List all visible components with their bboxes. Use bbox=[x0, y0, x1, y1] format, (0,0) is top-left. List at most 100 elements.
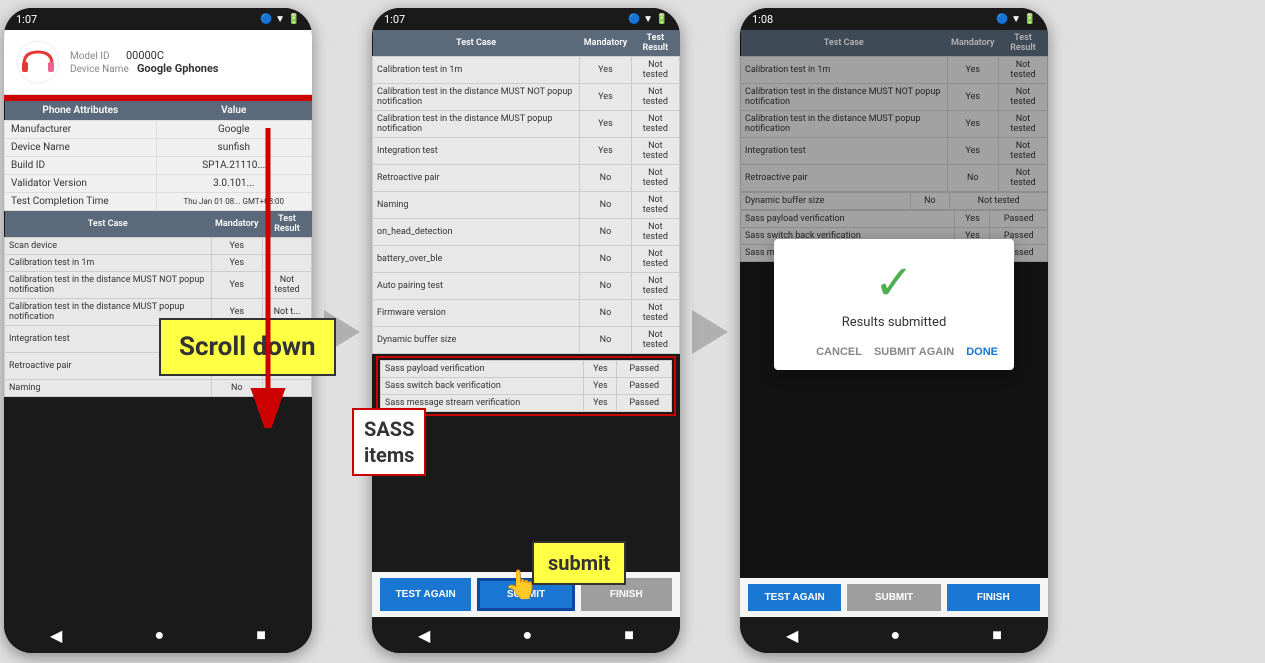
test2-col-2: Mandatory bbox=[580, 30, 631, 57]
device-info: Model ID 00000C Device Name Google Gphon… bbox=[70, 49, 219, 75]
test-case-name: Calibration test in the distance MUST NO… bbox=[5, 272, 212, 299]
recents-button-2[interactable]: ■ bbox=[624, 625, 634, 645]
phone-3: 1:08 🔵 ▼ 🔋 Test Case Mandatory Test Resu… bbox=[740, 8, 1048, 653]
attr-value: Thu Jan 01 08... GMT+08:00 bbox=[156, 193, 311, 211]
action-buttons-3: TEST AGAIN SUBMIT FINISH bbox=[740, 578, 1048, 617]
checkmark-icon: ✓ bbox=[790, 259, 998, 307]
phone2-scroll-content: Test Case Mandatory Test Result Calibrat… bbox=[372, 30, 680, 572]
status-time-2: 1:07 bbox=[384, 13, 405, 26]
submit-button-3[interactable]: SUBMIT bbox=[847, 584, 940, 611]
table-row: Calibration test in the distance MUST po… bbox=[373, 111, 680, 138]
test-case-name: Dynamic buffer size bbox=[373, 327, 580, 354]
dialog-overlay: ✓ Results submitted CANCEL SUBMIT AGAIN … bbox=[740, 30, 1048, 578]
table-row: Retroactive pair No Not tested bbox=[373, 165, 680, 192]
test-mandatory: Yes bbox=[580, 84, 631, 111]
test-case-name: Calibration test in 1m bbox=[373, 57, 580, 84]
device-name-value: Google Gphones bbox=[137, 62, 219, 75]
test-mandatory: Yes bbox=[580, 57, 631, 84]
status-time-3: 1:08 bbox=[752, 13, 773, 26]
sass-result: Passed bbox=[617, 361, 672, 378]
test-col-header-1: Test Case bbox=[5, 211, 212, 238]
test-again-button-2[interactable]: TEST AGAIN bbox=[380, 578, 471, 611]
back-button-2[interactable]: ◀ bbox=[418, 626, 430, 645]
sass-items-annotation: SASSitems bbox=[352, 408, 426, 476]
arrow-connector-2 bbox=[680, 310, 740, 354]
attr-value: SP1A.21110... bbox=[156, 157, 311, 175]
test-result: Not tested bbox=[631, 327, 679, 354]
device-name-label: Device Name bbox=[70, 64, 129, 75]
test-mandatory: No bbox=[580, 327, 631, 354]
table-row: Calibration test in the distance MUST NO… bbox=[373, 84, 680, 111]
home-button-1[interactable]: ● bbox=[154, 625, 164, 645]
test-mandatory: No bbox=[580, 273, 631, 300]
nav-bar-3: ◀ ● ■ bbox=[740, 617, 1048, 653]
table-row: Calibration test in 1m Yes Not tested bbox=[373, 57, 680, 84]
test-case-name: Scan device bbox=[5, 238, 212, 255]
test2-col-1: Test Case bbox=[373, 30, 580, 57]
test-case-name: Calibration test in 1m bbox=[5, 255, 212, 272]
test-case-name: Firmware version bbox=[373, 300, 580, 327]
scroll-down-annotation: Scroll down bbox=[159, 318, 336, 376]
dialog-done-button[interactable]: DONE bbox=[966, 346, 998, 358]
sass-mandatory: Yes bbox=[584, 395, 617, 412]
back-button-1[interactable]: ◀ bbox=[50, 626, 62, 645]
table-row: Integration test Yes Not tested bbox=[373, 138, 680, 165]
sass-mandatory: Yes bbox=[584, 378, 617, 395]
test-mandatory: No bbox=[580, 165, 631, 192]
table-row: Firmware version No Not tested bbox=[373, 300, 680, 327]
back-button-3[interactable]: ◀ bbox=[786, 626, 798, 645]
device-icon bbox=[16, 40, 60, 84]
test-case-name: Calibration test in the distance MUST po… bbox=[373, 111, 580, 138]
test-case-name: Naming bbox=[5, 380, 212, 397]
test-mandatory: No bbox=[580, 192, 631, 219]
test-case-name: Integration test bbox=[373, 138, 580, 165]
attr-value: Google bbox=[156, 121, 311, 139]
submit-annotation: submit bbox=[532, 541, 626, 585]
test-result: Not tested bbox=[631, 165, 679, 192]
test-mandatory: Yes bbox=[580, 111, 631, 138]
dialog-buttons: CANCEL SUBMIT AGAIN DONE bbox=[790, 346, 998, 358]
test-mandatory: No bbox=[580, 246, 631, 273]
dialog-cancel-button[interactable]: CANCEL bbox=[816, 346, 862, 358]
finish-button-3[interactable]: FINISH bbox=[947, 584, 1040, 611]
test-mandatory: Yes bbox=[580, 138, 631, 165]
dialog-submit-again-button[interactable]: SUBMIT AGAIN bbox=[874, 346, 954, 358]
table-row: Sass payload verification Yes Passed bbox=[381, 361, 672, 378]
sass-mandatory: Yes bbox=[584, 361, 617, 378]
test-case-name: battery_over_ble bbox=[373, 246, 580, 273]
attr-col-header-2: Value bbox=[156, 101, 311, 121]
status-time-1: 1:07 bbox=[16, 13, 37, 26]
dialog-message: Results submitted bbox=[790, 315, 998, 330]
home-button-2[interactable]: ● bbox=[522, 625, 532, 645]
test-mandatory: No bbox=[580, 300, 631, 327]
test-result: Not tested bbox=[631, 300, 679, 327]
nav-bar-1: ◀ ● ■ bbox=[4, 617, 312, 653]
status-bar-1: 1:07 🔵 ▼ 🔋 bbox=[4, 8, 312, 30]
sass-result: Passed bbox=[617, 378, 672, 395]
attr-name: Device Name bbox=[5, 139, 157, 157]
table-row: Sass switch back verification Yes Passed bbox=[381, 378, 672, 395]
home-button-3[interactable]: ● bbox=[890, 625, 900, 645]
test-mandatory: No bbox=[580, 219, 631, 246]
test-result: Not tested bbox=[631, 84, 679, 111]
attr-name: Build ID bbox=[5, 157, 157, 175]
sass-test-name: Sass switch back verification bbox=[381, 378, 584, 395]
sass-result: Passed bbox=[617, 395, 672, 412]
scroll-down-arrow bbox=[250, 128, 286, 428]
recents-button-3[interactable]: ■ bbox=[992, 625, 1002, 645]
test-result: Not tested bbox=[631, 57, 679, 84]
test-result: Not tested bbox=[631, 192, 679, 219]
attr-value: sunfish bbox=[156, 139, 311, 157]
cursor-hand-icon: 👆 bbox=[504, 568, 539, 601]
attr-name: Test Completion Time bbox=[5, 193, 157, 211]
test-again-button-3[interactable]: TEST AGAIN bbox=[748, 584, 841, 611]
right-arrow-icon-2 bbox=[692, 310, 728, 354]
test-case-name: Naming bbox=[373, 192, 580, 219]
status-bar-3: 1:08 🔵 ▼ 🔋 bbox=[740, 8, 1048, 30]
recents-button-1[interactable]: ■ bbox=[256, 625, 266, 645]
table-row: Auto pairing test No Not tested bbox=[373, 273, 680, 300]
attr-col-header-1: Phone Attributes bbox=[5, 101, 157, 121]
test-case-name: Calibration test in the distance MUST NO… bbox=[373, 84, 580, 111]
attr-value: 3.0.101... bbox=[156, 175, 311, 193]
test-cases-table-2: Test Case Mandatory Test Result Calibrat… bbox=[372, 30, 680, 354]
